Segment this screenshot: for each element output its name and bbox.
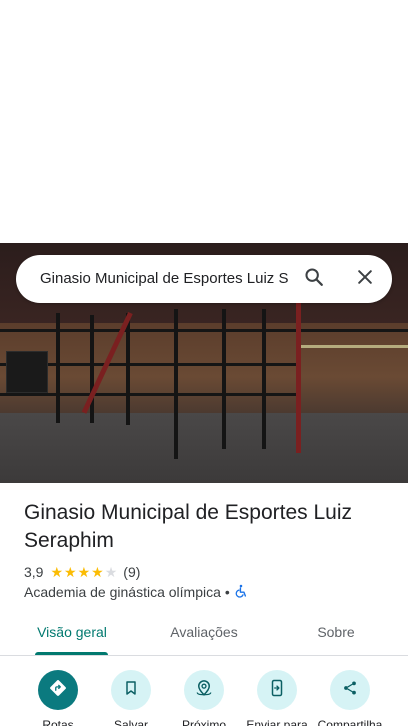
nearby-button[interactable]: Próximo (164, 670, 244, 726)
directions-button[interactable]: Rotas (18, 670, 98, 726)
save-label: Salvar (113, 718, 148, 726)
review-count: (9) (123, 564, 141, 580)
search-input[interactable]: Ginasio Municipal de Esportes Luiz Serap… (40, 255, 288, 303)
rating-row[interactable]: 3,9 ★ ★ ★ ★ ★ (9) (24, 563, 140, 581)
tab-reviews[interactable]: Avaliações (158, 612, 250, 652)
photo-light-reflection (300, 345, 408, 348)
star-filled-icon: ★ (91, 564, 104, 580)
star-filled-icon: ★ (50, 564, 64, 580)
tabs-divider (0, 655, 408, 656)
directions-button-circle (38, 670, 78, 710)
photo-fence-post (262, 309, 266, 449)
photo-fence-post (126, 313, 130, 425)
search-icon (303, 266, 325, 293)
place-sheet-screen: Ginasio Municipal de Esportes Luiz Serap… (0, 0, 408, 726)
star-empty-icon: ★ (104, 564, 118, 580)
photo-floor-area (0, 413, 408, 483)
photo-red-pole (296, 303, 301, 453)
share-button-circle (330, 670, 370, 710)
tab-about[interactable]: Sobre (300, 612, 372, 652)
share-button[interactable]: Compartilha (310, 670, 390, 726)
search-bar[interactable]: Ginasio Municipal de Esportes Luiz Serap… (16, 255, 392, 303)
save-button-circle (111, 670, 151, 710)
clear-search-button[interactable] (349, 263, 381, 295)
photo-fence-post (222, 309, 226, 449)
nearby-label: Próximo (181, 718, 226, 726)
tab-bar: Visão geral Avaliações Sobre (0, 612, 408, 656)
rating-value: 3,9 (24, 564, 44, 580)
photo-fence-post (174, 309, 178, 459)
wheelchair-icon (234, 584, 248, 601)
rating-stars: ★ ★ ★ ★ ★ (50, 565, 118, 579)
photo-fence-post (56, 313, 60, 423)
photo-arena-area (0, 323, 408, 413)
send-to-phone-icon (269, 679, 285, 702)
category-row: Academia de ginástica olímpica • (24, 583, 248, 601)
photo-fence-rail (0, 329, 408, 332)
separator-dot: • (224, 584, 230, 600)
photo-fence-rail (0, 393, 300, 396)
tab-overview[interactable]: Visão geral (28, 612, 116, 652)
nearby-icon (195, 679, 213, 702)
send-to-phone-button-circle (257, 670, 297, 710)
close-icon (355, 267, 375, 292)
photo-fence-post (90, 315, 94, 423)
search-button[interactable] (298, 263, 330, 295)
star-filled-icon: ★ (77, 564, 91, 580)
directions-label: Rotas (42, 718, 74, 726)
share-label: Compartilha (317, 718, 383, 726)
place-title: Ginasio Municipal de Esportes Luiz Serap… (24, 501, 353, 552)
save-button[interactable]: Salvar (91, 670, 171, 726)
place-category: Academia de ginástica olímpica (24, 584, 221, 600)
send-to-phone-button[interactable]: Enviar para (237, 670, 317, 726)
nearby-button-circle (184, 670, 224, 710)
directions-icon (49, 679, 67, 702)
share-icon (342, 680, 358, 701)
photo-dark-box (6, 351, 48, 393)
bookmark-icon (123, 680, 139, 701)
star-filled-icon: ★ (64, 564, 77, 580)
send-to-phone-label: Enviar para (246, 718, 308, 726)
